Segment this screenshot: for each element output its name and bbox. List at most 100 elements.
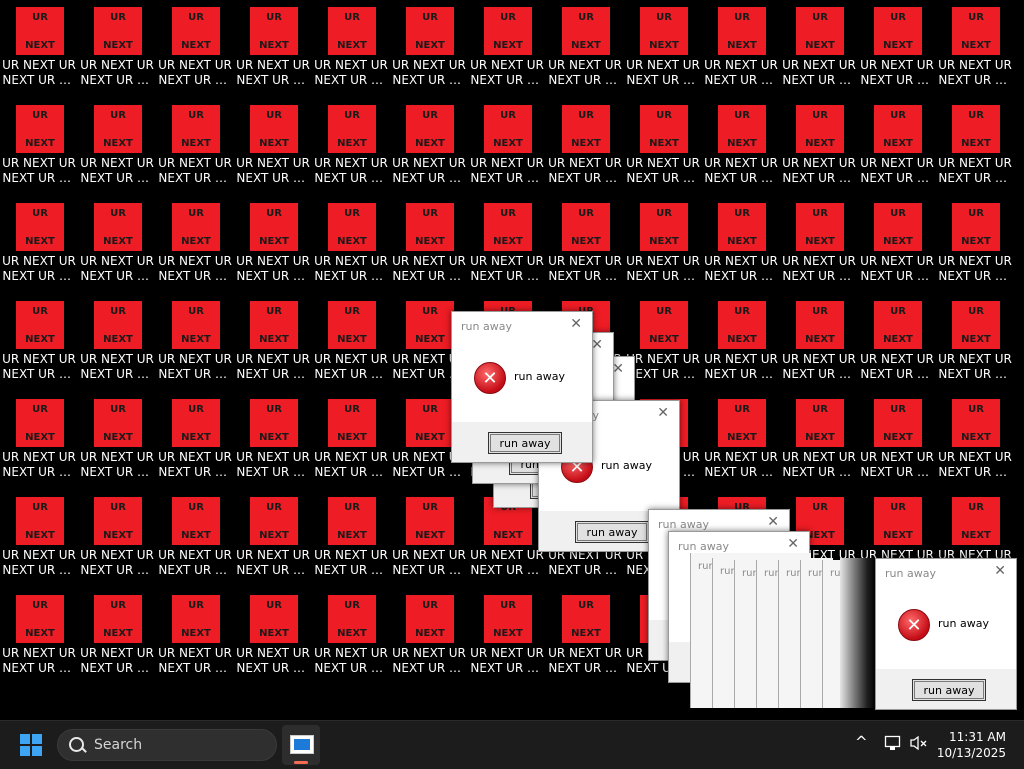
ur-next-icon: UR NEXT — [94, 399, 142, 447]
desktop-icon[interactable]: UR NEXT UR NEXT UR NEXT UR NEXT UR NEXT — [391, 196, 467, 286]
desktop-icon[interactable]: UR NEXT UR NEXT UR NEXT UR NEXT UR NEXT — [859, 294, 935, 384]
desktop-icon[interactable]: UR NEXT UR NEXT UR NEXT UR NEXT UR NEXT — [1, 392, 77, 482]
close-icon[interactable]: ✕ — [591, 337, 603, 353]
desktop-icon[interactable]: UR NEXT UR NEXT UR NEXT UR NEXT UR NEXT — [313, 196, 389, 286]
desktop-icon[interactable]: UR NEXT UR NEXT UR NEXT UR NEXT UR NEXT — [313, 294, 389, 384]
desktop-icon[interactable]: UR NEXT UR NEXT UR NEXT UR NEXT UR NEXT — [313, 0, 389, 90]
desktop-icon[interactable]: UR NEXT UR NEXT UR NEXT UR NEXT UR NEXT — [469, 196, 545, 286]
desktop-icon-label: UR NEXT UR NEXT UR NEXT UR NEXT — [860, 254, 934, 283]
desktop-icon[interactable]: UR NEXT UR NEXT UR NEXT UR NEXT UR NEXT — [313, 392, 389, 482]
desktop-icon[interactable]: UR NEXT UR NEXT UR NEXT UR NEXT UR NEXT — [859, 98, 935, 188]
icon-bottom-text: NEXT — [883, 432, 913, 443]
desktop-icon[interactable]: UR NEXT UR NEXT UR NEXT UR NEXT UR NEXT — [391, 98, 467, 188]
close-icon[interactable]: ✕ — [994, 563, 1006, 579]
desktop-icon[interactable]: UR NEXT UR NEXT UR NEXT UR NEXT UR NEXT — [547, 196, 623, 286]
desktop-icon[interactable]: UR NEXT UR NEXT UR NEXT UR NEXT UR NEXT — [1, 0, 77, 90]
desktop-icon[interactable]: UR NEXT UR NEXT UR NEXT UR NEXT UR NEXT — [547, 98, 623, 188]
desktop-icon[interactable]: UR NEXT UR NEXT UR NEXT UR NEXT UR NEXT — [781, 294, 857, 384]
close-icon[interactable]: ✕ — [612, 361, 624, 377]
desktop-icon[interactable]: UR NEXT UR NEXT UR NEXT UR NEXT UR NEXT — [859, 392, 935, 482]
desktop-icon-label: UR NEXT UR NEXT UR NEXT UR NEXT — [782, 156, 856, 185]
desktop-icon[interactable]: UR NEXT UR NEXT UR NEXT UR NEXT UR NEXT — [703, 392, 779, 482]
desktop-icon[interactable]: UR NEXT UR NEXT UR NEXT UR NEXT UR NEXT — [79, 392, 155, 482]
desktop-icon[interactable]: UR NEXT UR NEXT UR NEXT UR NEXT UR NEXT — [79, 98, 155, 188]
run-away-button[interactable]: run away — [912, 679, 986, 701]
desktop-icon[interactable]: UR NEXT UR NEXT UR NEXT UR NEXT UR NEXT — [391, 588, 467, 678]
tray-chevron-icon[interactable]: ^ — [855, 733, 868, 751]
desktop-icon[interactable]: UR NEXT UR NEXT UR NEXT UR NEXT UR NEXT — [703, 294, 779, 384]
desktop-icon[interactable]: UR NEXT UR NEXT UR NEXT UR NEXT UR NEXT — [313, 98, 389, 188]
desktop-icon[interactable]: UR NEXT UR NEXT UR NEXT UR NEXT UR NEXT — [625, 98, 701, 188]
icon-bottom-text: NEXT — [571, 138, 601, 149]
desktop-icon[interactable]: UR NEXT UR NEXT UR NEXT UR NEXT UR NEXT — [625, 0, 701, 90]
desktop-icon[interactable]: UR NEXT UR NEXT UR NEXT UR NEXT UR NEXT — [937, 392, 1013, 482]
desktop-icon[interactable]: UR NEXT UR NEXT UR NEXT UR NEXT UR NEXT — [703, 98, 779, 188]
desktop-icon[interactable]: UR NEXT UR NEXT UR NEXT UR NEXT UR NEXT — [781, 392, 857, 482]
desktop-icon[interactable]: UR NEXT UR NEXT UR NEXT UR NEXT UR NEXT — [157, 98, 233, 188]
desktop-icon[interactable]: UR NEXT UR NEXT UR NEXT UR NEXT UR NEXT — [313, 588, 389, 678]
desktop-icon[interactable]: UR NEXT UR NEXT UR NEXT UR NEXT UR NEXT — [157, 392, 233, 482]
search-input[interactable] — [94, 734, 264, 756]
network-icon[interactable] — [884, 734, 902, 756]
desktop-icon[interactable]: UR NEXT UR NEXT UR NEXT UR NEXT UR NEXT — [79, 588, 155, 678]
desktop-icon[interactable]: UR NEXT UR NEXT UR NEXT UR NEXT UR NEXT — [79, 0, 155, 90]
desktop-icon[interactable]: UR NEXT UR NEXT UR NEXT UR NEXT UR NEXT — [1, 98, 77, 188]
desktop-icon[interactable]: UR NEXT UR NEXT UR NEXT UR NEXT UR NEXT — [235, 98, 311, 188]
desktop-icon[interactable]: UR NEXT UR NEXT UR NEXT UR NEXT UR NEXT — [469, 588, 545, 678]
desktop-icon[interactable]: UR NEXT UR NEXT UR NEXT UR NEXT UR NEXT — [391, 490, 467, 580]
desktop-icon[interactable]: UR NEXT UR NEXT UR NEXT UR NEXT UR NEXT — [703, 0, 779, 90]
desktop-icon[interactable]: UR NEXT UR NEXT UR NEXT UR NEXT UR NEXT — [235, 392, 311, 482]
desktop-icon[interactable]: UR NEXT UR NEXT UR NEXT UR NEXT UR NEXT — [937, 196, 1013, 286]
desktop-icon[interactable]: UR NEXT UR NEXT UR NEXT UR NEXT UR NEXT — [157, 0, 233, 90]
desktop-icon[interactable]: UR NEXT UR NEXT UR NEXT UR NEXT UR NEXT — [1, 294, 77, 384]
desktop-icon[interactable]: UR NEXT UR NEXT UR NEXT UR NEXT UR NEXT — [235, 490, 311, 580]
system-clock[interactable]: 11:31 AM 10/13/2025 — [926, 729, 1006, 761]
desktop-icon[interactable]: UR NEXT UR NEXT UR NEXT UR NEXT UR NEXT — [157, 196, 233, 286]
desktop-icon[interactable]: UR NEXT UR NEXT UR NEXT UR NEXT UR NEXT — [235, 196, 311, 286]
close-icon[interactable]: ✕ — [657, 405, 669, 421]
desktop-icon[interactable]: UR NEXT UR NEXT UR NEXT UR NEXT UR NEXT — [781, 98, 857, 188]
desktop-icon[interactable]: UR NEXT UR NEXT UR NEXT UR NEXT UR NEXT — [547, 0, 623, 90]
icon-top-text: UR — [734, 404, 750, 415]
desktop-icon[interactable]: UR NEXT UR NEXT UR NEXT UR NEXT UR NEXT — [79, 294, 155, 384]
desktop-icon[interactable]: UR NEXT UR NEXT UR NEXT UR NEXT UR NEXT — [235, 294, 311, 384]
ur-next-icon: UR NEXT — [328, 497, 376, 545]
start-button[interactable] — [20, 734, 42, 756]
close-icon[interactable]: ✕ — [767, 514, 779, 530]
error-dialog[interactable]: run away ✕ ✕ run away run away — [451, 311, 593, 463]
desktop-icon[interactable]: UR NEXT UR NEXT UR NEXT UR NEXT UR NEXT — [703, 196, 779, 286]
desktop-icon[interactable]: UR NEXT UR NEXT UR NEXT UR NEXT UR NEXT — [79, 196, 155, 286]
desktop-icon[interactable]: UR NEXT UR NEXT UR NEXT UR NEXT UR NEXT — [547, 588, 623, 678]
desktop-icon[interactable]: UR NEXT UR NEXT UR NEXT UR NEXT UR NEXT — [859, 0, 935, 90]
desktop-icon[interactable]: UR NEXT UR NEXT UR NEXT UR NEXT UR NEXT — [625, 294, 701, 384]
run-away-button[interactable]: run away — [575, 521, 649, 543]
desktop-icon[interactable]: UR NEXT UR NEXT UR NEXT UR NEXT UR NEXT — [469, 98, 545, 188]
desktop-icon[interactable]: UR NEXT UR NEXT UR NEXT UR NEXT UR NEXT — [469, 0, 545, 90]
error-dialog[interactable]: run away ✕ ✕ run away run away — [875, 558, 1017, 710]
desktop-icon[interactable]: UR NEXT UR NEXT UR NEXT UR NEXT UR NEXT — [313, 490, 389, 580]
desktop-icon[interactable]: UR NEXT UR NEXT UR NEXT UR NEXT UR NEXT — [79, 490, 155, 580]
desktop-icon[interactable]: UR NEXT UR NEXT UR NEXT UR NEXT UR NEXT — [157, 588, 233, 678]
desktop-icon[interactable]: UR NEXT UR NEXT UR NEXT UR NEXT UR NEXT — [625, 196, 701, 286]
desktop-icon[interactable]: UR NEXT UR NEXT UR NEXT UR NEXT UR NEXT — [781, 196, 857, 286]
desktop-icon[interactable]: UR NEXT UR NEXT UR NEXT UR NEXT UR NEXT — [937, 0, 1013, 90]
desktop-icon[interactable]: UR NEXT UR NEXT UR NEXT UR NEXT UR NEXT — [859, 196, 935, 286]
close-icon[interactable]: ✕ — [787, 536, 799, 552]
desktop-icon[interactable]: UR NEXT UR NEXT UR NEXT UR NEXT UR NEXT — [781, 0, 857, 90]
close-icon[interactable]: ✕ — [570, 316, 582, 332]
run-away-button[interactable]: run away — [488, 432, 562, 454]
desktop-icon[interactable]: UR NEXT UR NEXT UR NEXT UR NEXT UR NEXT — [235, 0, 311, 90]
desktop-icon[interactable]: UR NEXT UR NEXT UR NEXT UR NEXT UR NEXT — [157, 490, 233, 580]
desktop-icon[interactable]: UR NEXT UR NEXT UR NEXT UR NEXT UR NEXT — [235, 588, 311, 678]
desktop-icon[interactable]: UR NEXT UR NEXT UR NEXT UR NEXT UR NEXT — [1, 490, 77, 580]
desktop-icon[interactable]: UR NEXT UR NEXT UR NEXT UR NEXT UR NEXT — [937, 294, 1013, 384]
desktop-icon[interactable]: UR NEXT UR NEXT UR NEXT UR NEXT UR NEXT — [1, 588, 77, 678]
icon-bottom-text: NEXT — [805, 138, 835, 149]
desktop-icon[interactable]: UR NEXT UR NEXT UR NEXT UR NEXT UR NEXT — [391, 0, 467, 90]
search-box[interactable] — [57, 729, 277, 761]
desktop-icon[interactable]: UR NEXT UR NEXT UR NEXT UR NEXT UR NEXT — [157, 294, 233, 384]
taskbar-app-button[interactable] — [282, 725, 320, 765]
desktop-icon[interactable]: UR NEXT UR NEXT UR NEXT UR NEXT UR NEXT — [1, 196, 77, 286]
ur-next-icon: UR NEXT — [94, 105, 142, 153]
desktop-icon[interactable]: UR NEXT UR NEXT UR NEXT UR NEXT UR NEXT — [937, 98, 1013, 188]
